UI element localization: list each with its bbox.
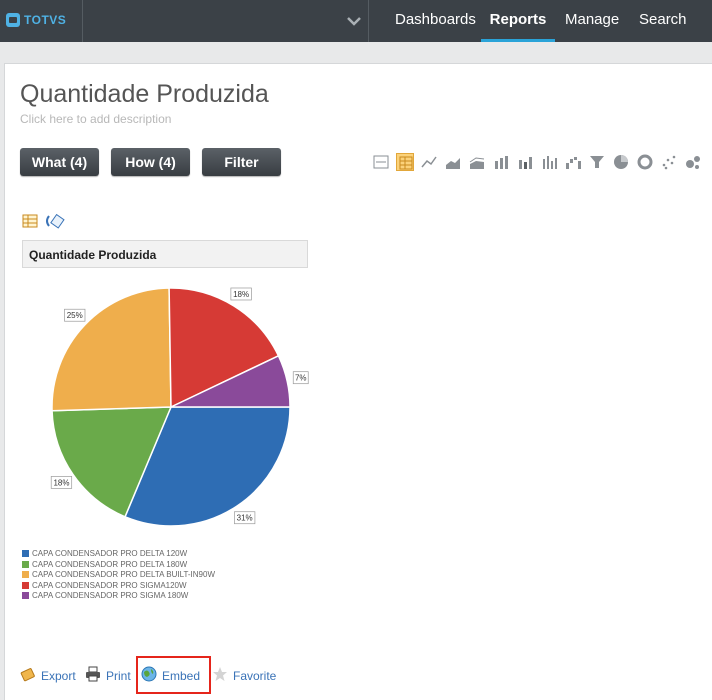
legend-swatch — [22, 560, 29, 568]
legend-swatch — [22, 592, 29, 600]
nav-dashboards[interactable]: Dashboards — [395, 0, 476, 42]
nav-manage[interactable]: Manage — [565, 0, 619, 42]
stacked-area-icon[interactable] — [468, 153, 486, 171]
report-panel: Quantidade Produzida Click here to add d… — [4, 63, 712, 700]
favorite-link[interactable]: Favorite — [233, 669, 276, 683]
export-icon[interactable] — [20, 666, 36, 682]
legend-label: CAPA CONDENSADOR PRO DELTA 180W — [32, 559, 188, 569]
description-placeholder[interactable]: Click here to add description — [20, 112, 171, 126]
table-icon[interactable] — [396, 153, 414, 171]
table-view-icon[interactable] — [22, 213, 38, 229]
chevron-down-icon — [347, 17, 361, 26]
print-link[interactable]: Print — [106, 669, 131, 683]
funnel-icon[interactable] — [588, 153, 606, 171]
pie-data-label: 18% — [50, 476, 73, 489]
print-icon[interactable] — [85, 666, 101, 682]
pie-chart-icon[interactable] — [612, 153, 630, 171]
bar-chart-icon[interactable] — [492, 153, 510, 171]
embed-highlight-box — [136, 656, 211, 694]
donut-chart-icon[interactable] — [636, 153, 654, 171]
number-icon[interactable] — [372, 153, 390, 171]
pie-data-label: 31% — [234, 511, 256, 525]
legend-item[interactable]: CAPA CONDENSADOR PRO DELTA 120W — [22, 549, 187, 560]
bubble-icon[interactable] — [684, 153, 702, 171]
svg-text:7%: 7% — [295, 374, 307, 383]
filter-button[interactable]: Filter — [202, 148, 281, 176]
export-link[interactable]: Export — [41, 669, 76, 683]
edit-chart-icon[interactable] — [44, 213, 66, 229]
logo-text: TOTVS — [24, 13, 67, 27]
legend-label: CAPA CONDENSADOR PRO SIGMA120W — [32, 580, 187, 590]
svg-text:25%: 25% — [67, 311, 83, 320]
svg-text:31%: 31% — [237, 514, 253, 523]
chart-header: Quantidade Produzida — [22, 240, 308, 268]
legend-item[interactable]: CAPA CONDENSADOR PRO DELTA 180W — [22, 560, 187, 571]
column-chart-icon[interactable] — [540, 153, 558, 171]
nav-search[interactable]: Search — [639, 0, 687, 42]
legend-swatch — [22, 550, 29, 558]
what-button[interactable]: What (4) — [20, 148, 99, 176]
legend-label: CAPA CONDENSADOR PRO DELTA 120W — [32, 549, 188, 558]
top-navigation-bar: TOTVS Dashboards Reports Manage Search — [0, 0, 712, 42]
legend-swatch — [22, 581, 29, 589]
chart-container: Quantidade Produzida 31% 18% 25% 18% 7% CAPA… — [20, 234, 313, 618]
page-title[interactable]: Quantidade Produzida — [20, 80, 269, 109]
svg-text:18%: 18% — [233, 290, 249, 299]
pie-slice[interactable] — [51, 287, 172, 412]
legend-label: CAPA CONDENSADOR PRO SIGMA 180W — [32, 591, 189, 600]
totvs-logo-icon — [6, 13, 20, 27]
how-button[interactable]: How (4) — [111, 148, 190, 176]
nav-dropdown-toggle[interactable] — [340, 0, 369, 42]
legend-item[interactable]: CAPA CONDENSADOR PRO SIGMA 180W — [22, 591, 188, 602]
waterfall-icon[interactable] — [564, 153, 582, 171]
pie-data-label: 25% — [64, 308, 86, 322]
pie-data-label: 18% — [230, 287, 252, 301]
legend-item[interactable]: CAPA CONDENSADOR PRO DELTA BUILT-IN90W — [22, 570, 215, 581]
pie-data-label: 7% — [292, 371, 309, 385]
legend-item[interactable]: CAPA CONDENSADOR PRO SIGMA120W — [22, 581, 187, 592]
totvs-logo[interactable]: TOTVS — [0, 0, 83, 42]
stacked-bar-icon[interactable] — [516, 153, 534, 171]
pie-chart: 31% 18% 25% 18% 7% — [50, 287, 309, 527]
nav-reports[interactable]: Reports — [481, 0, 555, 42]
legend-label: CAPA CONDENSADOR PRO DELTA BUILT-IN90W — [32, 570, 215, 579]
star-icon[interactable] — [212, 666, 228, 682]
scatter-icon[interactable] — [660, 153, 678, 171]
line-chart-icon[interactable] — [420, 153, 438, 171]
svg-text:18%: 18% — [53, 478, 69, 487]
area-chart-icon[interactable] — [444, 153, 462, 171]
legend-swatch — [22, 571, 29, 579]
chart-title: Quantidade Produzida — [29, 248, 157, 262]
